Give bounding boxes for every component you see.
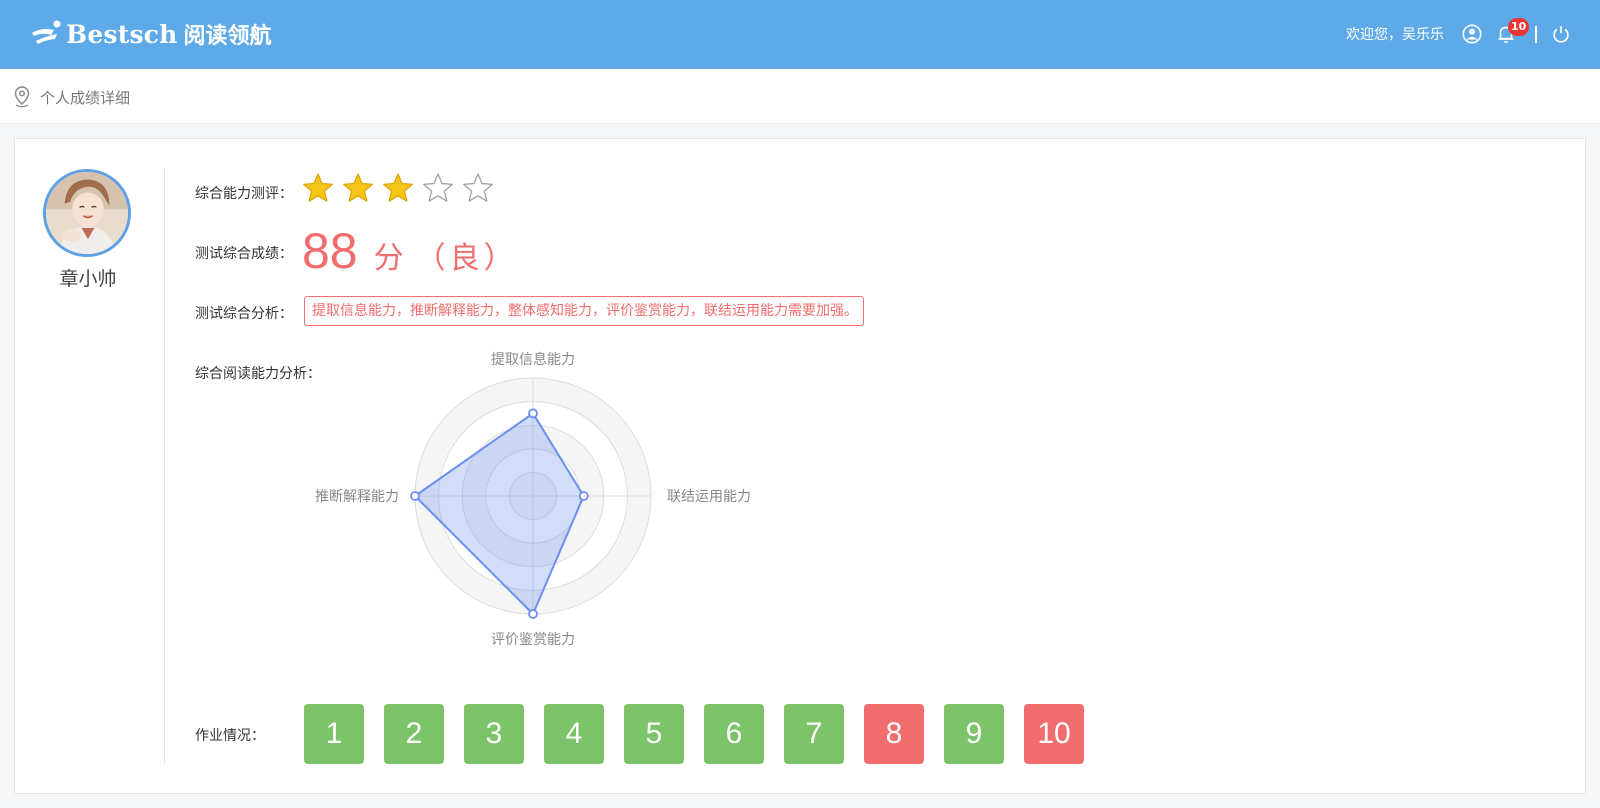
score-grade: （良） xyxy=(415,241,518,276)
breadcrumb: 个人成绩详细 xyxy=(0,69,1600,124)
radar-indicator-label: 推断解释能力 xyxy=(315,489,399,505)
star-filled-icon xyxy=(343,173,373,202)
score-value: 88 xyxy=(302,223,358,279)
radar-point xyxy=(528,609,538,619)
radar-point xyxy=(578,491,589,501)
score-label: 测试综合成绩： xyxy=(195,246,293,262)
student-name: 章小帅 xyxy=(59,268,117,290)
homework-item-1[interactable]: 1 xyxy=(304,704,364,764)
top-bar: Bestsch 阅读领航 欢迎您，吴乐乐 10 xyxy=(0,0,1600,69)
brand-name: Bestsch xyxy=(66,19,178,49)
homework-item-3[interactable]: 3 xyxy=(464,704,524,764)
homework-item-6[interactable]: 6 xyxy=(704,704,764,764)
user-circle-icon[interactable] xyxy=(1460,22,1484,46)
score-card xyxy=(14,138,1586,794)
homework-item-8[interactable]: 8 xyxy=(864,704,924,764)
vertical-divider xyxy=(164,168,165,764)
radar-indicator-label: 联结运用能力 xyxy=(667,489,751,505)
brand-runner-icon xyxy=(32,20,61,44)
radar-point xyxy=(410,491,420,501)
analysis-text: 提取信息能力，推断解释能力，整体感知能力，评价鉴赏能力，联结运用能力需要加强。 xyxy=(304,296,864,326)
rating-label: 综合能力测评： xyxy=(195,186,293,202)
radar-point xyxy=(528,408,538,419)
star-filled-icon xyxy=(303,173,333,202)
analysis-label: 测试综合分析： xyxy=(195,306,293,322)
star-rating xyxy=(302,172,494,204)
homework-item-7[interactable]: 7 xyxy=(784,704,844,764)
brand-logo[interactable]: Bestsch 阅读领航 xyxy=(30,16,272,52)
homework-label: 作业情况： xyxy=(195,728,265,744)
header-divider xyxy=(1535,26,1537,43)
avatar xyxy=(43,169,131,257)
homework-item-9[interactable]: 9 xyxy=(944,704,1004,764)
star-empty-icon xyxy=(463,173,493,202)
radar-chart: 提取信息能力联结运用能力评价鉴赏能力 推断解释能力 xyxy=(315,351,751,648)
homework-item-2[interactable]: 2 xyxy=(384,704,444,764)
breadcrumb-text: 个人成绩详细 xyxy=(40,89,131,107)
homework-item-5[interactable]: 5 xyxy=(624,704,684,764)
score-unit: 分 xyxy=(373,241,404,276)
radar-indicator-label: 提取信息能力 xyxy=(491,351,575,368)
homework-item-10[interactable]: 10 xyxy=(1024,704,1084,764)
score-display: 88 分 （良） xyxy=(302,222,518,280)
brand-subtitle: 阅读领航 xyxy=(183,24,272,49)
star-empty-icon xyxy=(423,173,453,202)
notification-badge: 10 xyxy=(1508,18,1530,36)
power-icon[interactable] xyxy=(1549,22,1573,46)
welcome-text: 欢迎您，吴乐乐 xyxy=(1346,27,1444,43)
location-pin-icon xyxy=(14,86,30,108)
radar-indicator-label: 评价鉴赏能力 xyxy=(491,632,575,648)
homework-list: 1 2 3 4 5 6 7 8 9 10 xyxy=(304,704,1104,764)
homework-item-4[interactable]: 4 xyxy=(544,704,604,764)
star-filled-icon xyxy=(383,173,413,202)
